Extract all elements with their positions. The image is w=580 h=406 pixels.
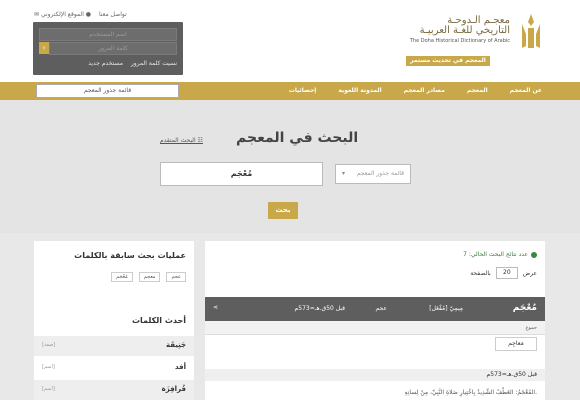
update-badge: المعجم في تحديث مستمر [406,56,490,66]
plural-row: جموع [205,321,545,335]
new-user-link[interactable]: مستخدم جديد [88,60,123,67]
nav-item-statistics[interactable]: إحصائيات [289,82,317,100]
username-field[interactable]: اسم المستخدم [39,28,177,41]
content-area: عدد نتائج البحث الحالي: 7 عرض 20 بالصفحة… [0,233,580,406]
chevron-down-icon: ▾ [342,170,346,177]
result-word: مُعْجَم [512,303,537,313]
main-site-link[interactable]: ● الموقع الإلكتروني [41,11,91,18]
search-area: البحث في المعجم البحث المتقدم ☷ ▾ قائمة … [0,100,580,233]
password-field[interactable]: كلمة المرور [49,42,177,55]
nav-item-corpus[interactable]: المدونة اللغوية [338,82,381,100]
prev-search-item[interactable]: عجم [166,272,186,282]
sidebar: عمليات بحث سابقة بالكلمات عجم معجم مُعْج… [34,241,194,406]
search-button[interactable]: بحث [268,202,298,219]
prev-searches: عجم معجم مُعْجَم [111,272,186,282]
prev-search-item[interactable]: مُعْجَم [111,272,133,282]
page-title: البحث في المعجم [236,130,359,146]
login-links: نسيت كلمة المرور مستخدم جديد [39,60,177,67]
roots-list-button[interactable]: قائمة جذور المعجم [36,84,179,98]
roots-select[interactable]: ▾ قائمة جذور المعجم [335,164,411,184]
check-icon [531,251,537,258]
latest-word-row[interactable]: أفد [اسم] [34,358,194,378]
advanced-search-link[interactable]: البحث المتقدم ☷ [160,137,203,144]
share-icon[interactable]: ⋖ [213,304,218,311]
main-nav: قائمة جذور المعجم عن المعجم المعجم مصادر… [0,82,580,100]
logo-mark-icon [522,14,540,48]
plural-value[interactable]: مَعاجِم [495,337,537,351]
latest-word-row[interactable]: جَنِيقَة [صفة] [34,336,194,356]
forgot-password-link[interactable]: نسيت كلمة المرور [131,60,177,67]
logo-title: معجـم الـدوحـة التاريخي للغـة العربيـة [419,15,510,36]
results-panel: عدد نتائج البحث الحالي: 7 عرض 20 بالصفحة… [205,241,545,406]
nav-items: عن المعجم المعجم مصادر المعجم المدونة ال… [289,82,542,100]
nav-item-dictionary[interactable]: المعجم [467,82,488,100]
result-date: قبل 50ق.هـ=573م [294,305,345,312]
search-input[interactable]: مُعْجَم [160,162,323,186]
latest-word-row[interactable]: فُرافِزَة [اسم] [34,380,194,400]
example-text: المُعْجَمُ: العَطْفُ الشَّدِيدُ بِاخْتِي… [404,389,537,396]
plural-label: جموع [525,325,537,331]
login-box: اسم المستخدم كلمة المرور › نسيت كلمة الم… [33,22,183,75]
result-header[interactable]: مُعْجَم [مُفْعَل] مِيمِيّ عجم قبل 50ق.هـ… [205,297,545,321]
result-type: [مُفْعَل] مِيمِيّ [429,305,463,312]
era-label: قبل 50ق.هـ=573م [486,371,537,378]
per-page-select[interactable]: 20 [495,267,518,279]
era-row: قبل 50ق.هـ=573م [205,369,545,381]
header: ✉ تواصل معنا ● الموقع الإلكتروني اسم الم… [0,0,580,82]
results-count: عدد نتائج البحث الحالي: 7 [463,251,537,258]
nav-item-sources[interactable]: مصادر المعجم [404,82,445,100]
logo-subtitle: The Doha Historical Dictionary of Arabic [409,38,510,44]
nav-item-about[interactable]: عن المعجم [510,82,542,100]
per-page-control: عرض 20 بالصفحة [470,267,537,279]
prev-search-item[interactable]: معجم [138,272,161,282]
result-root: عجم [375,305,387,312]
login-arrow-icon[interactable]: › [39,42,49,54]
logo[interactable]: معجـم الـدوحـة التاريخي للغـة العربيـة T… [390,12,550,70]
latest-words-title: أحدث الكلمات [131,316,186,325]
prev-searches-title: عمليات بحث سابقة بالكلمات [74,251,186,260]
